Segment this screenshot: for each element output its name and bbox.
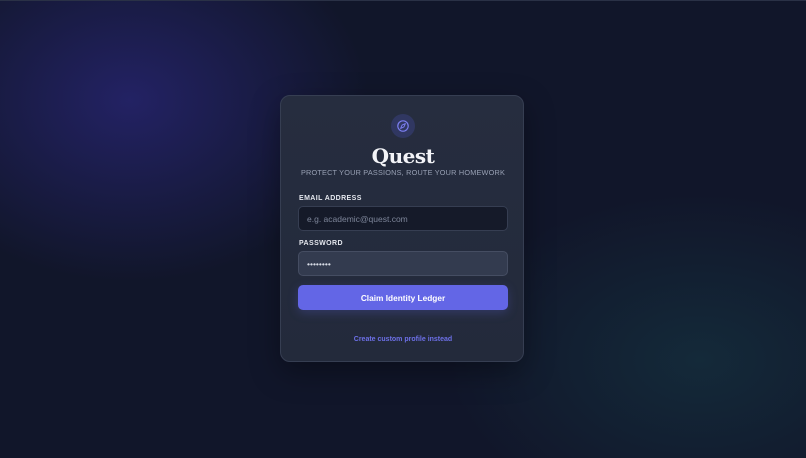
email-field[interactable] (298, 206, 508, 231)
brand-title: Quest (371, 144, 435, 168)
compass-icon (397, 120, 409, 132)
email-label: EMAIL ADDRESS (299, 195, 362, 202)
password-label: PASSWORD (299, 240, 343, 247)
tagline: PROTECT YOUR PASSIONS, ROUTE YOUR HOMEWO… (300, 168, 506, 177)
create-profile-link[interactable]: Create custom profile instead (281, 335, 525, 345)
top-border (0, 0, 806, 1)
logo-badge (391, 114, 415, 138)
password-field[interactable] (298, 251, 508, 276)
claim-identity-button[interactable]: Claim Identity Ledger (298, 285, 508, 310)
login-card: Quest PROTECT YOUR PASSIONS, ROUTE YOUR … (280, 95, 524, 362)
